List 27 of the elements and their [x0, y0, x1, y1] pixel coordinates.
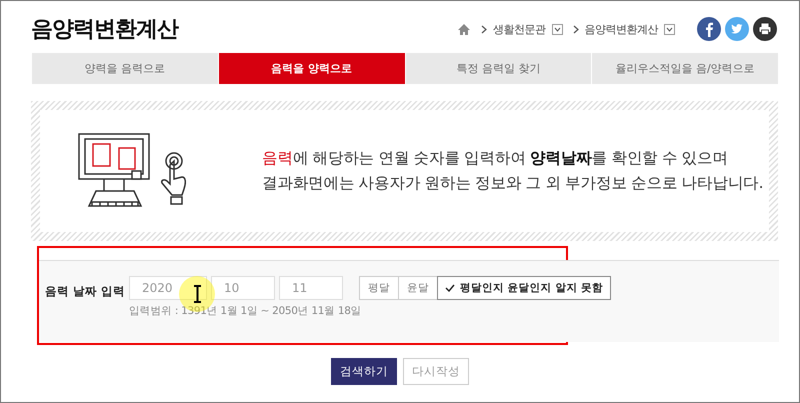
tab[interactable]: 음력을 양력으로	[218, 53, 404, 84]
input-field[interactable]: 2020	[129, 276, 207, 300]
option-button[interactable]: 평달인지 윤달인지 알지 못함	[437, 276, 611, 300]
check-icon	[445, 284, 455, 292]
chevron-icon	[572, 24, 578, 34]
breadcrumb-link[interactable]: 음양력변환계산	[584, 22, 658, 36]
option-button[interactable]: 윤달	[398, 276, 438, 300]
dropdown-icon[interactable]	[552, 24, 562, 34]
field-label: 음력 날짜 입력	[45, 283, 126, 300]
dropdown-icon[interactable]	[664, 24, 675, 34]
search-button[interactable]: 검색하기	[331, 358, 397, 385]
reset-button[interactable]: 다시작성	[403, 358, 469, 385]
home-icon[interactable]	[457, 22, 471, 36]
input-field[interactable]: 10	[211, 276, 275, 300]
page-title: 음양력변환계산	[31, 16, 178, 44]
share-icon[interactable]	[697, 17, 721, 41]
breadcrumb-link[interactable]: 생활천문관	[493, 22, 546, 36]
print-icon[interactable]	[753, 17, 777, 41]
text-cursor-icon	[192, 285, 202, 303]
input-field[interactable]: 11	[279, 276, 343, 300]
tab[interactable]: 양력을 음력으로	[31, 53, 218, 84]
description-text: 결과화면에는 사용자가 원하는 정보와 그 외 부가정보 순으로 나타납니다.	[262, 173, 763, 194]
tab[interactable]: 율리우스적일을 음/양력으로	[591, 53, 778, 84]
option-button[interactable]: 평달	[359, 276, 399, 300]
tab[interactable]: 특정 음력일 찾기	[404, 53, 592, 84]
chevron-icon	[481, 24, 487, 34]
description-text: 음력에 해당하는 연월 숫자를 입력하여 양력날짜를 확인할 수 있으며	[262, 148, 729, 169]
